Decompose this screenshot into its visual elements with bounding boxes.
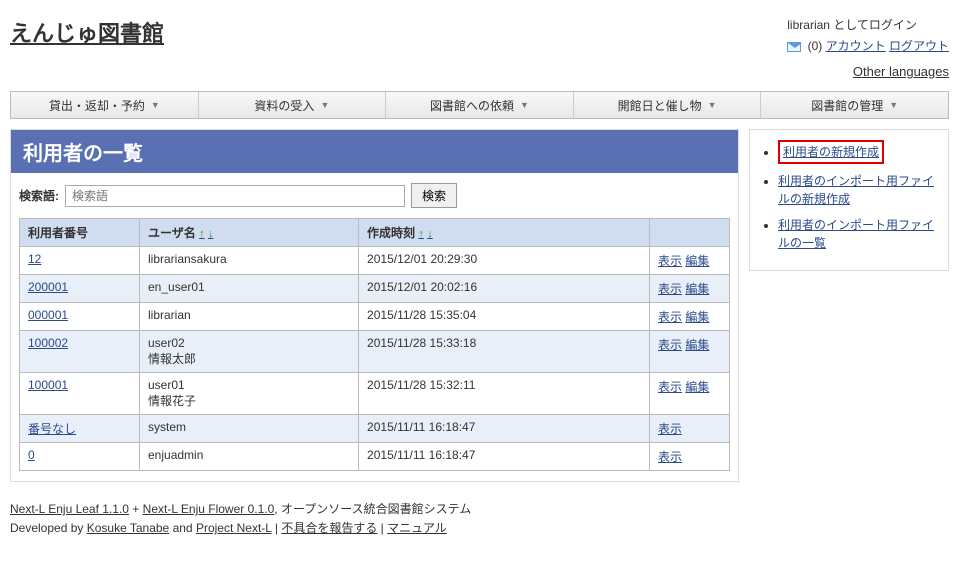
footer-project-link[interactable]: Project Next-L (196, 521, 272, 535)
nav-admin[interactable]: 図書館の管理▼ (761, 92, 948, 118)
footer-manual-link[interactable]: マニュアル (387, 521, 447, 535)
nav-circulation[interactable]: 貸出・返却・予約▼ (11, 92, 199, 118)
footer: Next-L Enju Leaf 1.1.0 + Next-L Enju Flo… (0, 492, 959, 554)
sidebar-item: 利用者のインポート用ファイルの新規作成 (778, 172, 940, 208)
col-user-number: 利用者番号 (20, 219, 140, 247)
arrow-up-icon: ↑ (418, 228, 424, 240)
username-cell: librariansakura (140, 247, 359, 275)
user-number-link[interactable]: 100001 (28, 378, 68, 392)
show-link[interactable]: 表示 (658, 310, 682, 324)
edit-link[interactable]: 編集 (685, 338, 709, 352)
sidebar-item: 利用者のインポート用ファイルの一覧 (778, 216, 940, 252)
login-info: librarian としてログイン (0) アカウント ログアウト (787, 16, 949, 54)
username-cell: system (140, 415, 359, 443)
account-link[interactable]: アカウント (826, 39, 886, 53)
show-link[interactable]: 表示 (658, 254, 682, 268)
table-row: 000001librarian2015/11/28 15:35:04表示 編集 (20, 303, 730, 331)
other-languages-link[interactable]: Other languages (853, 64, 949, 79)
user-number-link[interactable]: 番号なし (28, 422, 76, 436)
actions-cell: 表示 編集 (650, 275, 730, 303)
search-input[interactable] (65, 185, 405, 207)
edit-link[interactable]: 編集 (685, 254, 709, 268)
show-link[interactable]: 表示 (658, 380, 682, 394)
sidebar-import-list-link[interactable]: 利用者のインポート用ファイルの一覧 (778, 218, 934, 250)
created-cell: 2015/12/01 20:29:30 (359, 247, 650, 275)
chevron-down-icon: ▼ (889, 100, 898, 110)
sidebar-new-user-link[interactable]: 利用者の新規作成 (783, 145, 879, 159)
show-link[interactable]: 表示 (658, 338, 682, 352)
chevron-down-icon: ▼ (520, 100, 529, 110)
show-link[interactable]: 表示 (658, 450, 682, 464)
main-nav: 貸出・返却・予約▼ 資料の受入▼ 図書館への依頼▼ 開館日と催し物▼ 図書館の管… (10, 91, 949, 119)
edit-link[interactable]: 編集 (685, 380, 709, 394)
col-created-at: 作成時刻 ↑ ↓ (359, 219, 650, 247)
table-row: 番号なし system2015/11/11 16:18:47 表示 (20, 415, 730, 443)
logged-in-as: librarian としてログイン (787, 16, 949, 33)
sort-created-desc[interactable]: ↓ (427, 226, 433, 240)
table-row: 100002user02情報太郎2015/11/28 15:33:18表示 編集 (20, 331, 730, 373)
footer-bug-link[interactable]: 不具合を報告する (281, 521, 377, 535)
created-cell: 2015/11/11 16:18:47 (359, 415, 650, 443)
table-row: 0 enjuadmin2015/11/11 16:18:47 表示 (20, 443, 730, 471)
chevron-down-icon: ▼ (151, 100, 160, 110)
edit-link[interactable]: 編集 (685, 310, 709, 324)
table-row: 100001user01情報花子2015/11/28 15:32:11表示 編集 (20, 373, 730, 415)
page-title: 利用者の一覧 (11, 130, 738, 173)
arrow-down-icon: ↓ (427, 228, 433, 240)
created-cell: 2015/11/28 15:33:18 (359, 331, 650, 373)
actions-cell: 表示 (650, 415, 730, 443)
table-row: 200001en_user012015/12/01 20:02:16表示 編集 (20, 275, 730, 303)
actions-cell: 表示 (650, 443, 730, 471)
username-cell: user01情報花子 (140, 373, 359, 415)
actions-cell: 表示 編集 (650, 303, 730, 331)
users-table: 利用者番号 ユーザ名 ↑ ↓ 作成時刻 ↑ ↓ (19, 218, 730, 471)
username-cell: en_user01 (140, 275, 359, 303)
arrow-up-icon: ↑ (199, 228, 205, 240)
sort-created-asc[interactable]: ↑ (418, 226, 424, 240)
user-number-link[interactable]: 100002 (28, 336, 68, 350)
footer-enju-leaf-link[interactable]: Next-L Enju Leaf 1.1.0 (10, 502, 129, 516)
actions-cell: 表示 編集 (650, 247, 730, 275)
col-actions (650, 219, 730, 247)
sort-username-desc[interactable]: ↓ (208, 226, 214, 240)
sidebar-item: 利用者の新規作成 (778, 140, 940, 164)
nav-request[interactable]: 図書館への依頼▼ (386, 92, 574, 118)
username-cell: enjuadmin (140, 443, 359, 471)
created-cell: 2015/11/11 16:18:47 (359, 443, 650, 471)
nav-events[interactable]: 開館日と催し物▼ (574, 92, 762, 118)
nav-acquisition[interactable]: 資料の受入▼ (199, 92, 387, 118)
created-cell: 2015/11/28 15:32:11 (359, 373, 650, 415)
message-count: (0) (808, 39, 823, 53)
username-cell: user02情報太郎 (140, 331, 359, 373)
footer-kosuke-link[interactable]: Kosuke Tanabe (87, 521, 170, 535)
footer-enju-flower-link[interactable]: Next-L Enju Flower 0.1.0 (143, 502, 275, 516)
chevron-down-icon: ▼ (708, 100, 717, 110)
edit-link[interactable]: 編集 (685, 282, 709, 296)
mail-icon (787, 42, 801, 52)
col-username: ユーザ名 ↑ ↓ (140, 219, 359, 247)
search-button[interactable]: 検索 (411, 183, 457, 208)
actions-cell: 表示 編集 (650, 331, 730, 373)
logout-link[interactable]: ログアウト (889, 39, 949, 53)
table-row: 12librariansakura2015/12/01 20:29:30表示 編… (20, 247, 730, 275)
created-cell: 2015/12/01 20:02:16 (359, 275, 650, 303)
created-cell: 2015/11/28 15:35:04 (359, 303, 650, 331)
show-link[interactable]: 表示 (658, 422, 682, 436)
user-number-link[interactable]: 000001 (28, 308, 68, 322)
user-number-link[interactable]: 12 (28, 252, 41, 266)
site-title-link[interactable]: えんじゅ図書館 (10, 21, 164, 46)
username-cell: librarian (140, 303, 359, 331)
chevron-down-icon: ▼ (320, 100, 329, 110)
sort-username-asc[interactable]: ↑ (199, 226, 205, 240)
actions-cell: 表示 編集 (650, 373, 730, 415)
show-link[interactable]: 表示 (658, 282, 682, 296)
user-number-link[interactable]: 0 (28, 448, 35, 462)
sidebar: 利用者の新規作成 利用者のインポート用ファイルの新規作成 利用者のインポート用フ… (749, 129, 949, 271)
sidebar-import-new-link[interactable]: 利用者のインポート用ファイルの新規作成 (778, 174, 934, 206)
search-label: 検索語: (19, 187, 59, 204)
user-number-link[interactable]: 200001 (28, 280, 68, 294)
arrow-down-icon: ↓ (208, 228, 214, 240)
